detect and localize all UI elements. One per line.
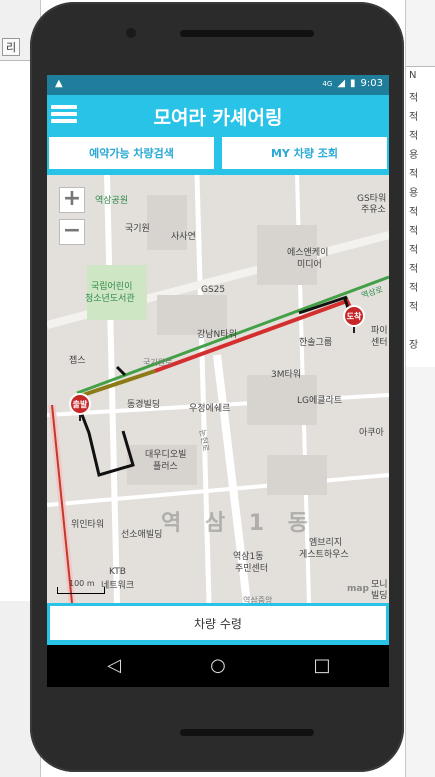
android-nav-bar: ◁ ○ □ (47, 645, 389, 687)
map-label: 아쿠아 (359, 428, 384, 438)
tab-my-car[interactable]: MY 차량 조회 (222, 137, 387, 169)
map-label: 3M타워 (271, 370, 302, 380)
front-camera (126, 28, 136, 38)
tab-search-available-cars[interactable]: 예약가능 차량검색 (49, 137, 214, 169)
desktop-right-row: 적 (409, 302, 419, 313)
map-label: 우정에쉐르 (189, 404, 231, 414)
desktop-right-row: 적 (409, 207, 419, 218)
map-label: 선소애빌딩 (121, 530, 163, 540)
map-scale-label: 100 m (69, 579, 95, 588)
map-label: 사사연 (171, 232, 196, 242)
start-marker[interactable]: 출발 (69, 393, 91, 421)
warning-icon: ▲ (55, 78, 63, 89)
bottom-bar: 차량 수령 (47, 603, 389, 645)
map-label: KTB (109, 567, 126, 577)
map-label: GS25 (201, 285, 226, 295)
signal-icon: ◢ (337, 78, 346, 89)
recent-apps-icon[interactable]: □ (311, 655, 333, 677)
map-label: 국기원로 (143, 358, 173, 367)
map-label: 플러스 (153, 462, 178, 472)
network-type: 4G (322, 79, 333, 88)
desktop-right-row: 적 (409, 93, 419, 104)
map-label: 청소년도서관 (85, 294, 135, 304)
desktop-right-row: 적 (409, 169, 419, 180)
status-bar: ▲ 4G ◢ ▮ 9:03 (47, 75, 389, 95)
receive-car-button[interactable]: 차량 수령 (50, 606, 386, 640)
desktop-right-row: 적 (409, 226, 419, 237)
status-time: 9:03 (360, 78, 383, 89)
desktop-right-row: 적 (409, 245, 419, 256)
back-icon[interactable]: ◁ (103, 655, 125, 677)
zoom-out-button[interactable]: − (59, 219, 85, 245)
map-scale-bar (57, 587, 105, 594)
desktop-right-row: 용 (409, 188, 419, 199)
app-bar: 모여라 카셰어링 (47, 95, 389, 135)
map-label: 센터 (371, 338, 388, 348)
map-area-label: 역 삼 1 동 (161, 511, 317, 536)
desktop-left-label[interactable]: 리 (2, 38, 21, 56)
desktop-right-row: 적 (409, 264, 419, 275)
home-icon[interactable]: ○ (207, 655, 229, 677)
end-marker[interactable]: 도착 (343, 305, 365, 333)
map-label: 네트워크 (101, 581, 135, 591)
map-label: 위인타워 (71, 520, 105, 530)
desktop-right-row: 적 (409, 283, 419, 294)
app-title: 모여라 카셰어링 (153, 107, 283, 129)
bottom-speaker (180, 729, 314, 736)
map-label: 동경빌딩 (127, 400, 161, 410)
desktop-right-row: 장 (409, 340, 419, 351)
map-label: 주민센터 (235, 564, 269, 574)
battery-icon: ▮ (350, 78, 356, 89)
map-label: 역삼공원 (95, 196, 129, 206)
phone-screen: ▲ 4G ◢ ▮ 9:03 모여라 카셰어링 예약가능 차량검색 MY 차량 조… (47, 75, 389, 687)
tab-bar: 예약가능 차량검색 MY 차량 조회 (47, 135, 389, 175)
map-label: 주유소 (361, 205, 386, 215)
top-speaker (180, 30, 314, 37)
map-label: 게스트하우스 (299, 550, 349, 560)
map-label: 젭스 (69, 356, 86, 366)
map-label: 미디어 (297, 260, 322, 270)
desktop-right-row: 적 (409, 131, 419, 142)
map-view[interactable]: + − 역삼공원 국기원 사사연 GS타워 주유소 에스앤케이 미디어 국립어린… (47, 175, 389, 605)
map-label: 빌딩 (371, 591, 388, 601)
desktop-right-row: 용 (409, 150, 419, 161)
map-label: 국기원 (125, 224, 150, 234)
map-label: 강남N타워 (197, 330, 237, 340)
map-label: 한솔그룹 (299, 338, 333, 348)
desktop-right-row: 적 (409, 112, 419, 123)
map-label: LG에클라트 (297, 396, 343, 406)
desktop-right-panel: N 적 적 적 용 적 용 적 적 적 적 적 적 장 (405, 0, 435, 777)
zoom-in-button[interactable]: + (59, 187, 85, 213)
desktop-right-row: N (409, 70, 417, 81)
map-logo: map (347, 584, 369, 594)
